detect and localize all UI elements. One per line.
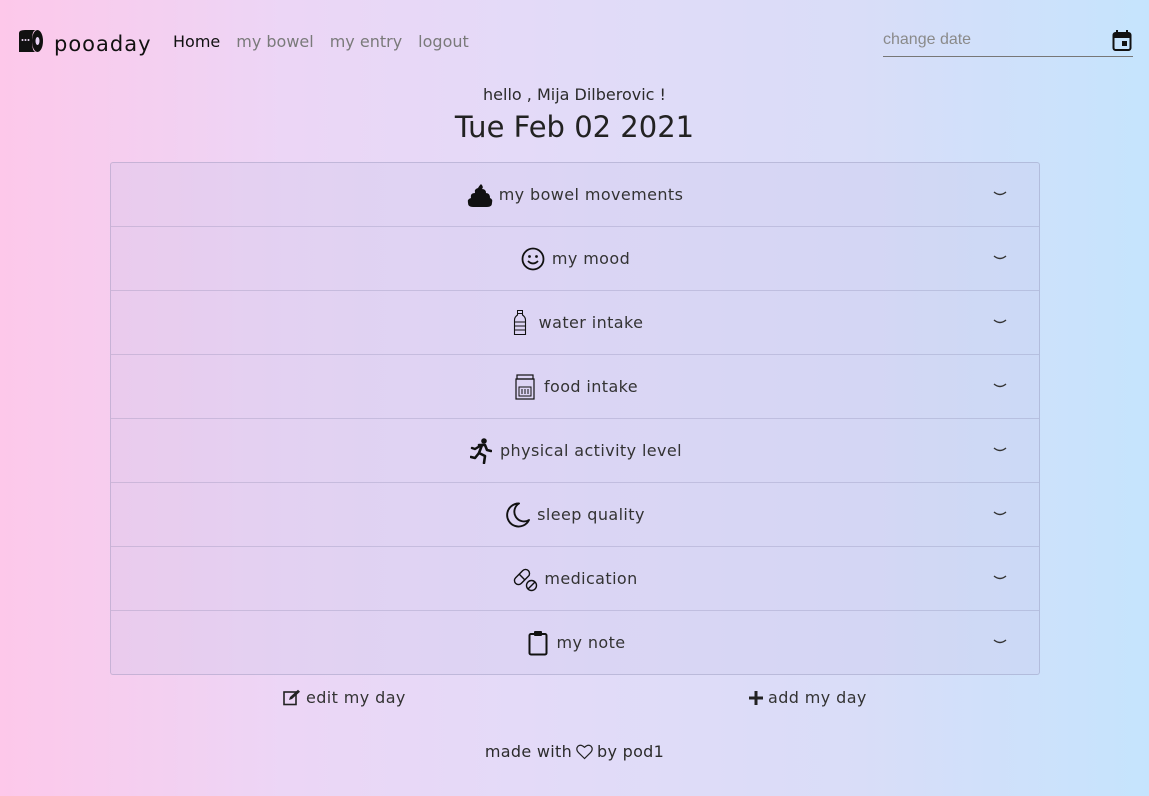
current-date: Tue Feb 02 2021 xyxy=(454,110,695,144)
section-label: my mood xyxy=(551,249,631,268)
nav-link-my-bowel[interactable]: my bowel xyxy=(236,32,313,51)
section-label: water intake xyxy=(538,313,644,332)
chevron-down-icon xyxy=(993,447,1007,452)
chevron-down-icon xyxy=(993,255,1007,260)
section-my-note[interactable]: my note xyxy=(111,611,1039,674)
daily-log-accordion: my bowel movements my mood water intake … xyxy=(110,162,1040,675)
day-actions: edit my day add my day xyxy=(0,688,1149,712)
food-jar-icon xyxy=(512,373,538,400)
chevron-down-icon xyxy=(993,319,1007,324)
greeting: hello , Mija Dilberovic ! xyxy=(483,85,666,104)
edit-my-day-button[interactable]: edit my day xyxy=(283,688,406,707)
nav-link-logout[interactable]: logout xyxy=(418,32,469,51)
section-label: sleep quality xyxy=(537,505,645,524)
section-label: medication xyxy=(544,569,638,588)
clipboard-icon xyxy=(525,630,551,656)
running-icon xyxy=(468,437,494,464)
add-my-day-label: add my day xyxy=(768,688,867,707)
poop-icon xyxy=(467,182,493,208)
section-medication[interactable]: medication xyxy=(111,547,1039,611)
section-mood[interactable]: my mood xyxy=(111,227,1039,291)
brand[interactable]: pooaday xyxy=(16,29,152,59)
pills-icon xyxy=(512,566,538,592)
section-food-intake[interactable]: food intake xyxy=(111,355,1039,419)
toilet-paper-icon xyxy=(16,29,44,59)
brand-name: pooaday xyxy=(54,32,152,56)
chevron-down-icon xyxy=(993,575,1007,580)
footer-suffix: by pod1 xyxy=(597,742,665,761)
water-bottle-icon xyxy=(507,309,533,336)
footer-prefix: made with xyxy=(484,742,573,761)
nav-link-my-entry[interactable]: my entry xyxy=(330,32,402,51)
section-bowel-movements[interactable]: my bowel movements xyxy=(111,163,1039,227)
smile-icon xyxy=(520,246,546,272)
section-physical-activity[interactable]: physical activity level xyxy=(111,419,1039,483)
nav-link-home[interactable]: Home xyxy=(173,32,220,51)
heart-icon xyxy=(576,744,593,759)
add-my-day-button[interactable]: add my day xyxy=(749,688,867,707)
nav-links: Home my bowel my entry logout xyxy=(173,32,469,51)
section-label: physical activity level xyxy=(500,441,682,460)
section-sleep-quality[interactable]: sleep quality xyxy=(111,483,1039,547)
chevron-down-icon xyxy=(993,639,1007,644)
change-date-input[interactable] xyxy=(883,31,1103,49)
chevron-down-icon xyxy=(993,383,1007,388)
navbar: pooaday Home my bowel my entry logout xyxy=(0,0,1149,84)
calendar-icon[interactable] xyxy=(1112,30,1132,56)
section-label: my note xyxy=(556,633,626,652)
plus-icon xyxy=(749,690,763,705)
section-water-intake[interactable]: water intake xyxy=(111,291,1039,355)
footer: made with by pod1 xyxy=(0,742,1149,761)
moon-icon xyxy=(505,502,531,528)
chevron-down-icon xyxy=(993,191,1007,196)
edit-my-day-label: edit my day xyxy=(306,688,406,707)
section-label: food intake xyxy=(543,377,639,396)
chevron-down-icon xyxy=(993,511,1007,516)
date-picker xyxy=(883,29,1133,57)
edit-icon xyxy=(283,689,300,706)
section-label: my bowel movements xyxy=(498,185,684,204)
